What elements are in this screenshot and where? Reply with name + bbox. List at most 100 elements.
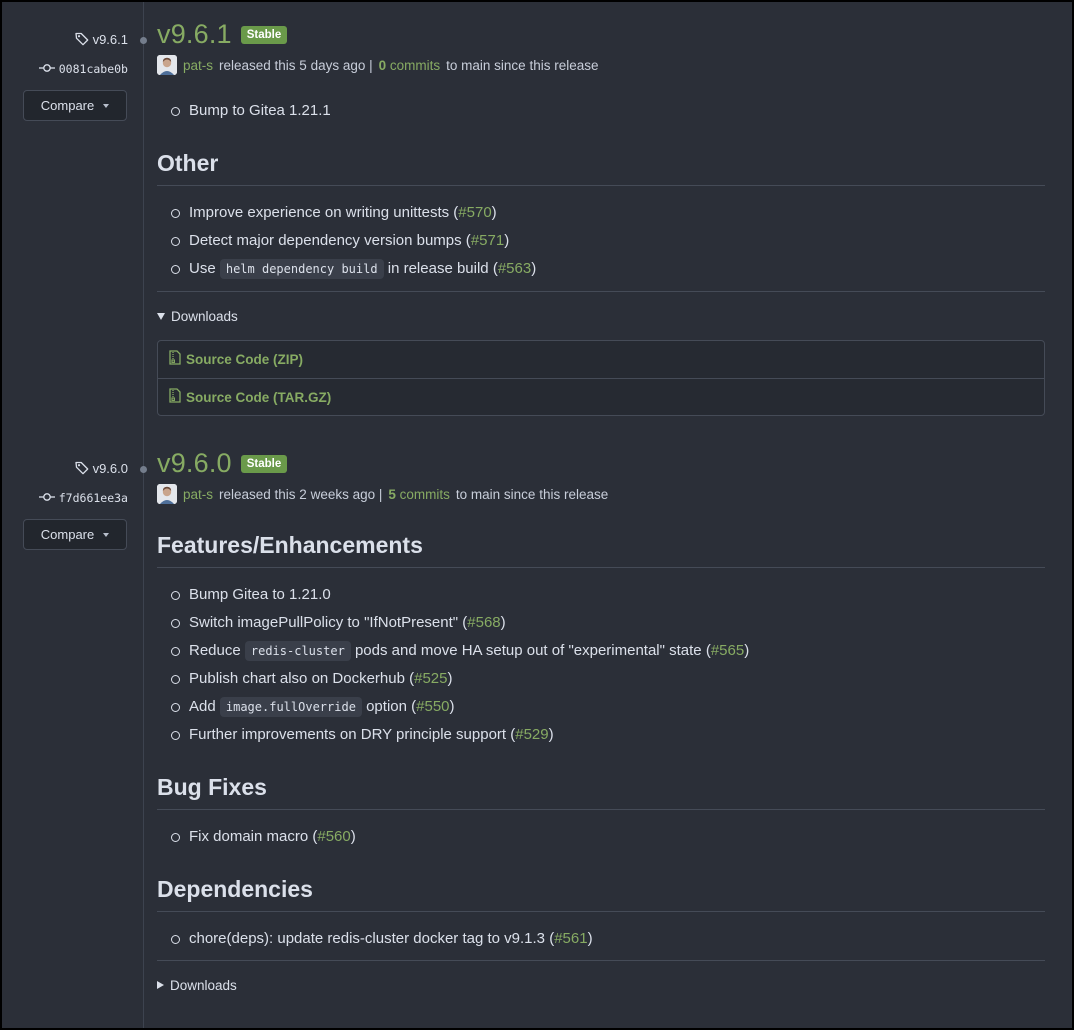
item-text-mid: pods and move HA setup out of "experimen… — [354, 642, 711, 659]
issue-link[interactable]: #525 — [414, 670, 447, 687]
list-item: Switch imagePullPolicy to "IfNotPresent"… — [157, 609, 749, 637]
stable-badge: Stable — [240, 454, 288, 473]
commit-sha: f7d661ee3a — [58, 491, 128, 505]
list-item: Bump to Gitea 1.21.1 — [157, 97, 331, 125]
item-text-end: ) — [491, 204, 497, 221]
item-text-end: ) — [587, 930, 593, 947]
tag-link[interactable]: v9.6.0 — [74, 460, 128, 476]
commit-icon — [38, 62, 55, 76]
release-title[interactable]: v9.6.0 — [157, 448, 232, 479]
tag-label: v9.6.0 — [92, 460, 128, 476]
timeline-dot — [140, 37, 147, 44]
inline-code: image.fullOverride — [219, 697, 362, 717]
file-zip-icon — [168, 350, 182, 369]
commit-sha: 0081cabe0b — [58, 62, 128, 76]
downloads-toggle[interactable]: Downloads — [157, 307, 238, 325]
item-text-mid: in release build ( — [387, 260, 498, 277]
section-heading-features: Features/Enhancements — [157, 531, 1045, 568]
commit-link[interactable]: 0081cabe0b — [38, 61, 128, 77]
item-text: Publish chart also on Dockerhub ( — [189, 670, 415, 687]
list-item: Add image.fullOverride option (#550) — [157, 693, 749, 721]
item-text: Use — [189, 260, 216, 277]
issue-link[interactable]: #568 — [467, 614, 500, 631]
issue-link[interactable]: #563 — [498, 260, 531, 277]
commits-link[interactable]: 0 commits — [379, 58, 441, 73]
downloads-label: Downloads — [171, 308, 238, 324]
downloads-list: Source Code (ZIP) Source Code (TAR.GZ) — [157, 340, 1045, 416]
author-link[interactable]: pat-s — [183, 58, 213, 73]
author-link[interactable]: pat-s — [183, 487, 213, 502]
commit-link[interactable]: f7d661ee3a — [38, 490, 128, 506]
released-text: released this 5 days ago | — [219, 57, 373, 73]
caret-right-icon — [157, 981, 164, 989]
downloads-label: Downloads — [170, 977, 237, 993]
file-zip-icon — [168, 387, 182, 407]
item-text: chore(deps): update redis-cluster docker… — [189, 930, 555, 947]
since-text: to main since this release — [446, 57, 599, 73]
list-item-text: Bump to Gitea 1.21.1 — [189, 102, 331, 119]
list-item: chore(deps): update redis-cluster docker… — [157, 925, 593, 953]
commits-label: commits — [389, 57, 441, 73]
compare-label: Compare — [40, 527, 95, 542]
download-targz-link[interactable]: Source Code (TAR.GZ) — [158, 378, 1044, 415]
issue-link[interactable]: #570 — [458, 204, 491, 221]
release-meta: pat-s released this 5 days ago | 0 commi… — [157, 55, 598, 75]
item-text-end: ) — [500, 614, 506, 631]
divider — [157, 291, 1045, 292]
item-text: Detect major dependency version bumps ( — [189, 232, 471, 249]
list-item: Fix domain macro (#560) — [157, 823, 356, 851]
issue-link[interactable]: #571 — [471, 232, 504, 249]
item-text: Reduce — [189, 642, 241, 659]
section-heading-dependencies: Dependencies — [157, 875, 1045, 912]
section-heading-other: Other — [157, 149, 1045, 186]
commit-icon — [38, 491, 55, 505]
inline-code: helm dependency build — [219, 259, 384, 279]
item-text: Improve experience on writing unittests … — [189, 204, 459, 221]
divider — [157, 960, 1045, 961]
section-heading-bug-fixes: Bug Fixes — [157, 773, 1045, 810]
commits-count: 0 — [378, 57, 387, 73]
item-text-mid: option ( — [366, 698, 417, 715]
release-header: v9.6.1 Stable — [157, 17, 288, 51]
commits-count: 5 — [388, 486, 396, 502]
compare-button[interactable]: Compare — [23, 90, 127, 121]
avatar[interactable] — [157, 55, 177, 75]
tag-link[interactable]: v9.6.1 — [74, 31, 128, 47]
list-item: Detect major dependency version bumps (#… — [157, 227, 536, 255]
item-text-end: ) — [447, 670, 453, 687]
item-text: Bump Gitea to 1.21.0 — [189, 586, 331, 603]
item-text: Switch imagePullPolicy to "IfNotPresent"… — [189, 614, 468, 631]
dependencies-list: chore(deps): update redis-cluster docker… — [157, 925, 593, 953]
issue-link[interactable]: #560 — [317, 828, 350, 845]
release-header: v9.6.0 Stable — [157, 446, 288, 480]
release-title[interactable]: v9.6.1 — [157, 19, 232, 50]
issue-link[interactable]: #529 — [515, 726, 548, 743]
list-item: Use helm dependency build in release bui… — [157, 255, 536, 283]
compare-button[interactable]: Compare — [23, 519, 127, 550]
compare-label: Compare — [40, 98, 95, 113]
item-text-end: ) — [504, 232, 510, 249]
commits-link[interactable]: 5 commits — [388, 487, 450, 502]
release-notes-list: Bump to Gitea 1.21.1 — [157, 97, 331, 125]
download-zip-link[interactable]: Source Code (ZIP) — [158, 341, 1044, 378]
inline-code: redis-cluster — [244, 641, 351, 661]
commits-label: commits — [399, 486, 450, 502]
list-item: Reduce redis-cluster pods and move HA se… — [157, 637, 749, 665]
list-item: Publish chart also on Dockerhub (#525) — [157, 665, 749, 693]
downloads-toggle[interactable]: Downloads — [157, 976, 237, 994]
issue-link[interactable]: #565 — [711, 642, 744, 659]
download-label: Source Code (ZIP) — [186, 352, 304, 367]
avatar[interactable] — [157, 484, 177, 504]
stable-badge: Stable — [240, 25, 288, 44]
item-text: Add — [189, 698, 216, 715]
item-text-end: ) — [449, 698, 455, 715]
item-text: Fix domain macro ( — [189, 828, 318, 845]
timeline-line — [143, 2, 144, 1028]
timeline-dot — [140, 466, 147, 473]
tag-icon — [74, 31, 90, 47]
item-text-end: ) — [350, 828, 356, 845]
issue-link[interactable]: #550 — [416, 698, 449, 715]
issue-link[interactable]: #561 — [554, 930, 587, 947]
list-item: Further improvements on DRY principle su… — [157, 721, 749, 749]
list-item: Improve experience on writing unittests … — [157, 199, 536, 227]
